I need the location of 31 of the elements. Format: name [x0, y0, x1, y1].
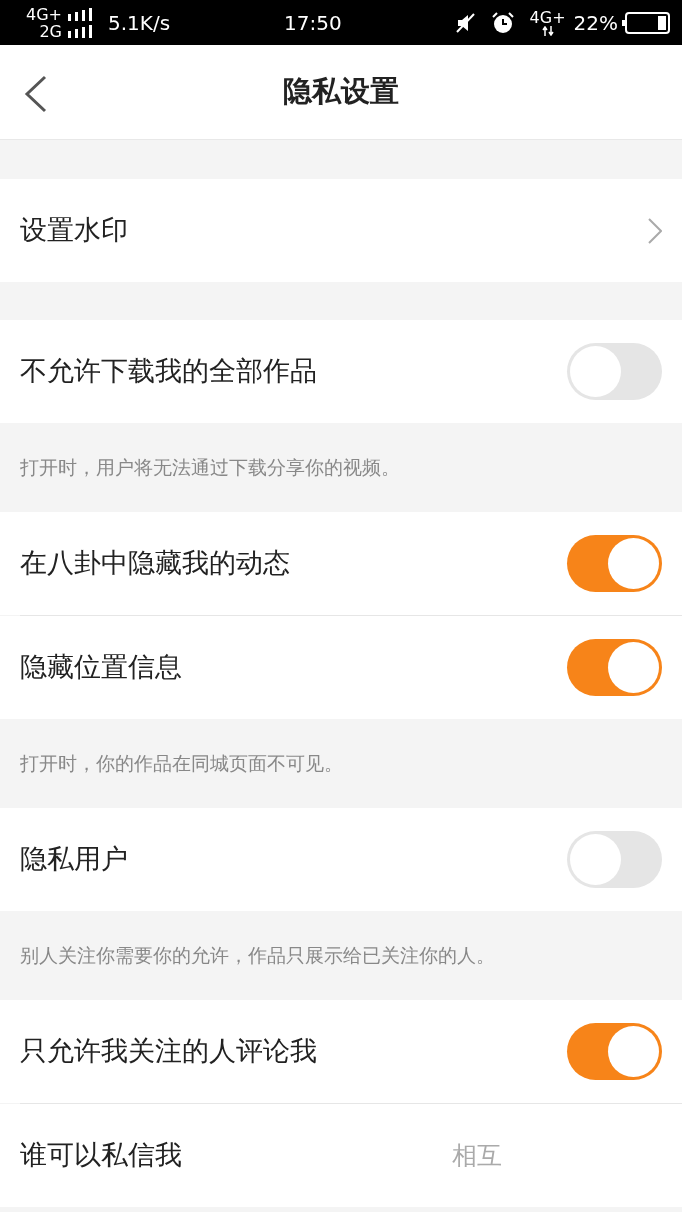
setting-label: 隐私用户: [20, 842, 128, 877]
toggle-switch[interactable]: [567, 1023, 662, 1080]
toggle-switch[interactable]: [567, 343, 662, 400]
setting-label: 谁可以私信我: [20, 1138, 182, 1173]
network-type: 2G: [39, 22, 62, 40]
network-type: 4G+: [529, 9, 566, 26]
setting-label: 设置水印: [20, 213, 128, 248]
back-icon[interactable]: [24, 75, 48, 113]
signal-icon: [66, 24, 92, 38]
network-speed: 5.1K/s: [108, 9, 171, 37]
toggle-switch[interactable]: [567, 639, 662, 696]
setting-label: 隐藏位置信息: [20, 650, 182, 685]
clock-time: 17:50: [284, 10, 342, 35]
setting-note: 打开时，用户将无法通过下载分享你的视频。: [20, 455, 400, 481]
battery-icon: [622, 11, 670, 34]
setting-label: 在八卦中隐藏我的动态: [20, 546, 290, 581]
mute-icon: [455, 12, 476, 33]
toggle-switch[interactable]: [567, 535, 662, 592]
data-arrows-icon: [540, 26, 555, 36]
signal-icon: [66, 7, 92, 21]
setting-label: 只允许我关注的人评论我: [20, 1034, 317, 1069]
alarm-clock-icon: [491, 11, 514, 34]
page-title: 隐私设置: [283, 73, 399, 111]
chevron-right-icon[interactable]: [648, 217, 662, 244]
network-type: 4G+: [26, 5, 62, 23]
setting-note: 别人关注你需要你的允许，作品只展示给已关注你的人。: [20, 943, 495, 969]
setting-value: 相互: [452, 1139, 502, 1172]
setting-label: 不允许下载我的全部作品: [20, 354, 317, 389]
toggle-switch[interactable]: [567, 831, 662, 888]
setting-note: 打开时，你的作品在同城页面不可见。: [20, 751, 343, 777]
battery-percent: 22%: [573, 9, 618, 37]
